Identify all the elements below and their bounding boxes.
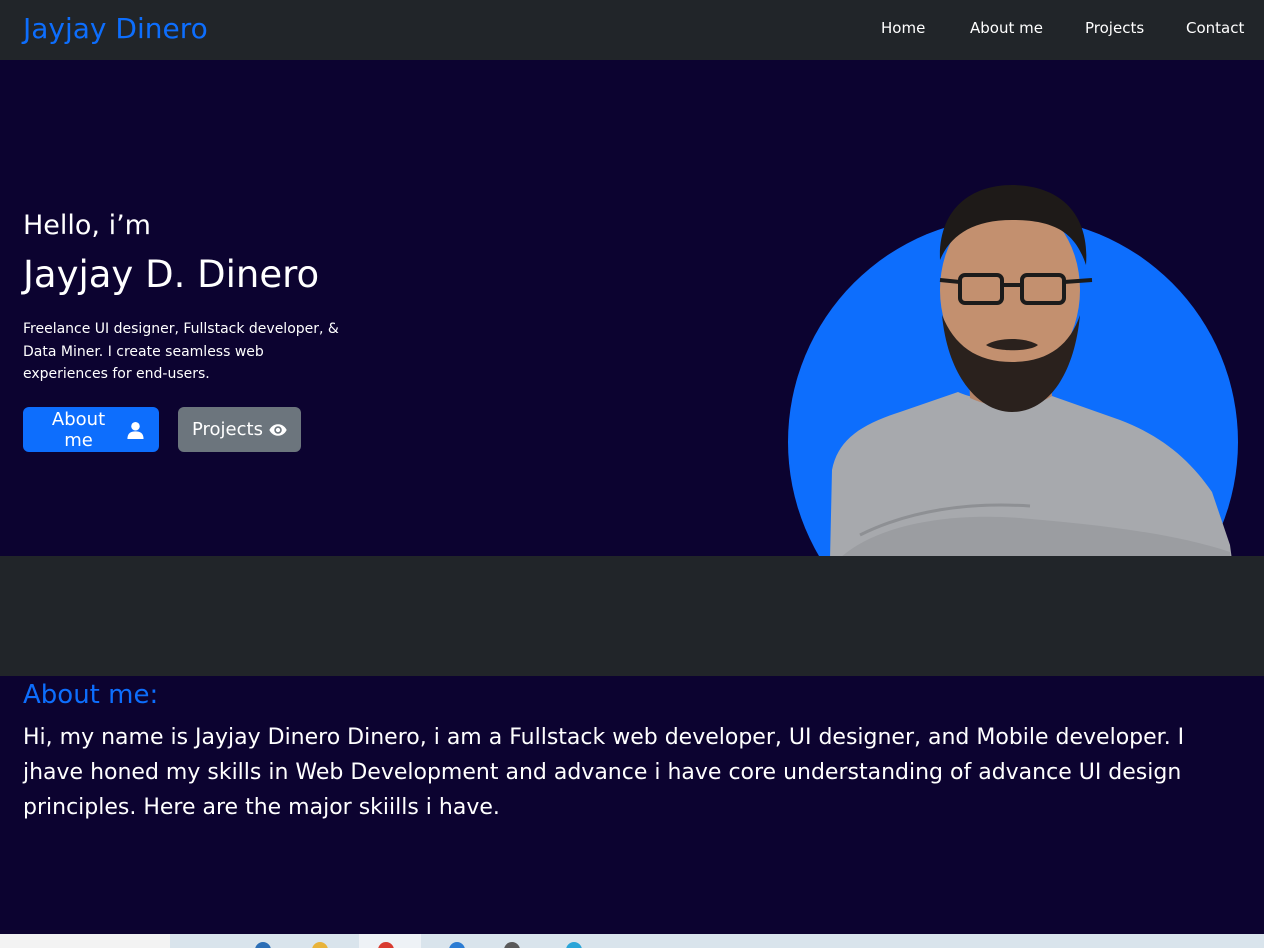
projects-button-label: Projects bbox=[192, 419, 263, 440]
os-taskbar bbox=[0, 934, 1264, 948]
taskbar-app-icon[interactable] bbox=[312, 942, 328, 948]
eye-icon bbox=[269, 423, 287, 436]
about-me-button-label: About me bbox=[51, 408, 106, 451]
projects-button[interactable]: Projects bbox=[178, 407, 301, 452]
nav-about-me[interactable]: About me bbox=[970, 19, 1043, 37]
user-icon bbox=[127, 421, 144, 439]
profile-photo bbox=[830, 185, 1232, 556]
taskbar-app-icon[interactable] bbox=[449, 942, 465, 948]
taskbar-start-area[interactable] bbox=[0, 934, 170, 948]
hero-tagline: Freelance UI designer, Fullstack develop… bbox=[23, 321, 339, 382]
taskbar-app-icon[interactable] bbox=[566, 942, 582, 948]
nav-contact[interactable]: Contact bbox=[1186, 19, 1244, 37]
about-title: About me: bbox=[23, 680, 159, 710]
hero-name: Jayjay D. Dinero bbox=[23, 253, 320, 296]
hero-greeting: Hello, i’m bbox=[23, 210, 151, 241]
hero-section: Hello, i’m Jayjay D. Dinero Freelance UI… bbox=[0, 60, 1264, 556]
about-text: Hi, my name is Jayjay Dinero Dinero, i a… bbox=[23, 725, 1185, 820]
nav-home[interactable]: Home bbox=[881, 19, 925, 37]
navbar: Jayjay Dinero Home About me Projects Con… bbox=[0, 0, 1264, 60]
brand-logo[interactable]: Jayjay Dinero bbox=[23, 12, 208, 45]
about-section: About me: Hi, my name is Jayjay Dinero D… bbox=[0, 676, 1264, 934]
about-me-button[interactable]: About me bbox=[23, 407, 159, 452]
taskbar-app-icon[interactable] bbox=[504, 942, 520, 948]
section-divider bbox=[0, 556, 1264, 676]
nav-projects[interactable]: Projects bbox=[1085, 19, 1144, 37]
taskbar-app-icon[interactable] bbox=[255, 942, 271, 948]
